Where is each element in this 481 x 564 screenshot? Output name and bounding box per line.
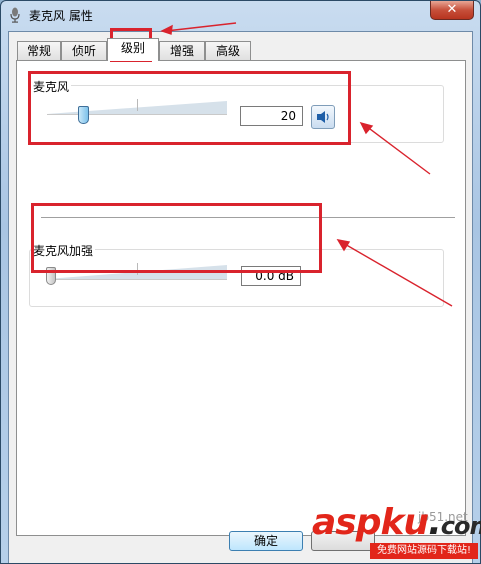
window-title: 麦克风 属性 (29, 9, 93, 23)
watermark-logo: aspku.com (312, 502, 481, 543)
tab-general[interactable]: 常规 (17, 41, 61, 60)
title-bar[interactable]: 麦克风 属性 ✕ (1, 1, 480, 29)
tab-levels[interactable]: 级别 (107, 38, 159, 61)
watermark-tagline: 免费网站源码下载站! (370, 543, 478, 559)
close-button[interactable]: ✕ (430, 1, 474, 20)
tab-advanced[interactable]: 高级 (205, 41, 251, 60)
microphone-icon (10, 7, 20, 23)
annotation-box-microphone (28, 71, 351, 145)
ok-button[interactable]: 确定 (229, 531, 303, 551)
annotation-box-boost (31, 203, 322, 273)
close-icon: ✕ (446, 2, 458, 17)
tab-enhancements[interactable]: 增强 (159, 41, 205, 60)
tab-listen[interactable]: 侦听 (61, 41, 107, 60)
